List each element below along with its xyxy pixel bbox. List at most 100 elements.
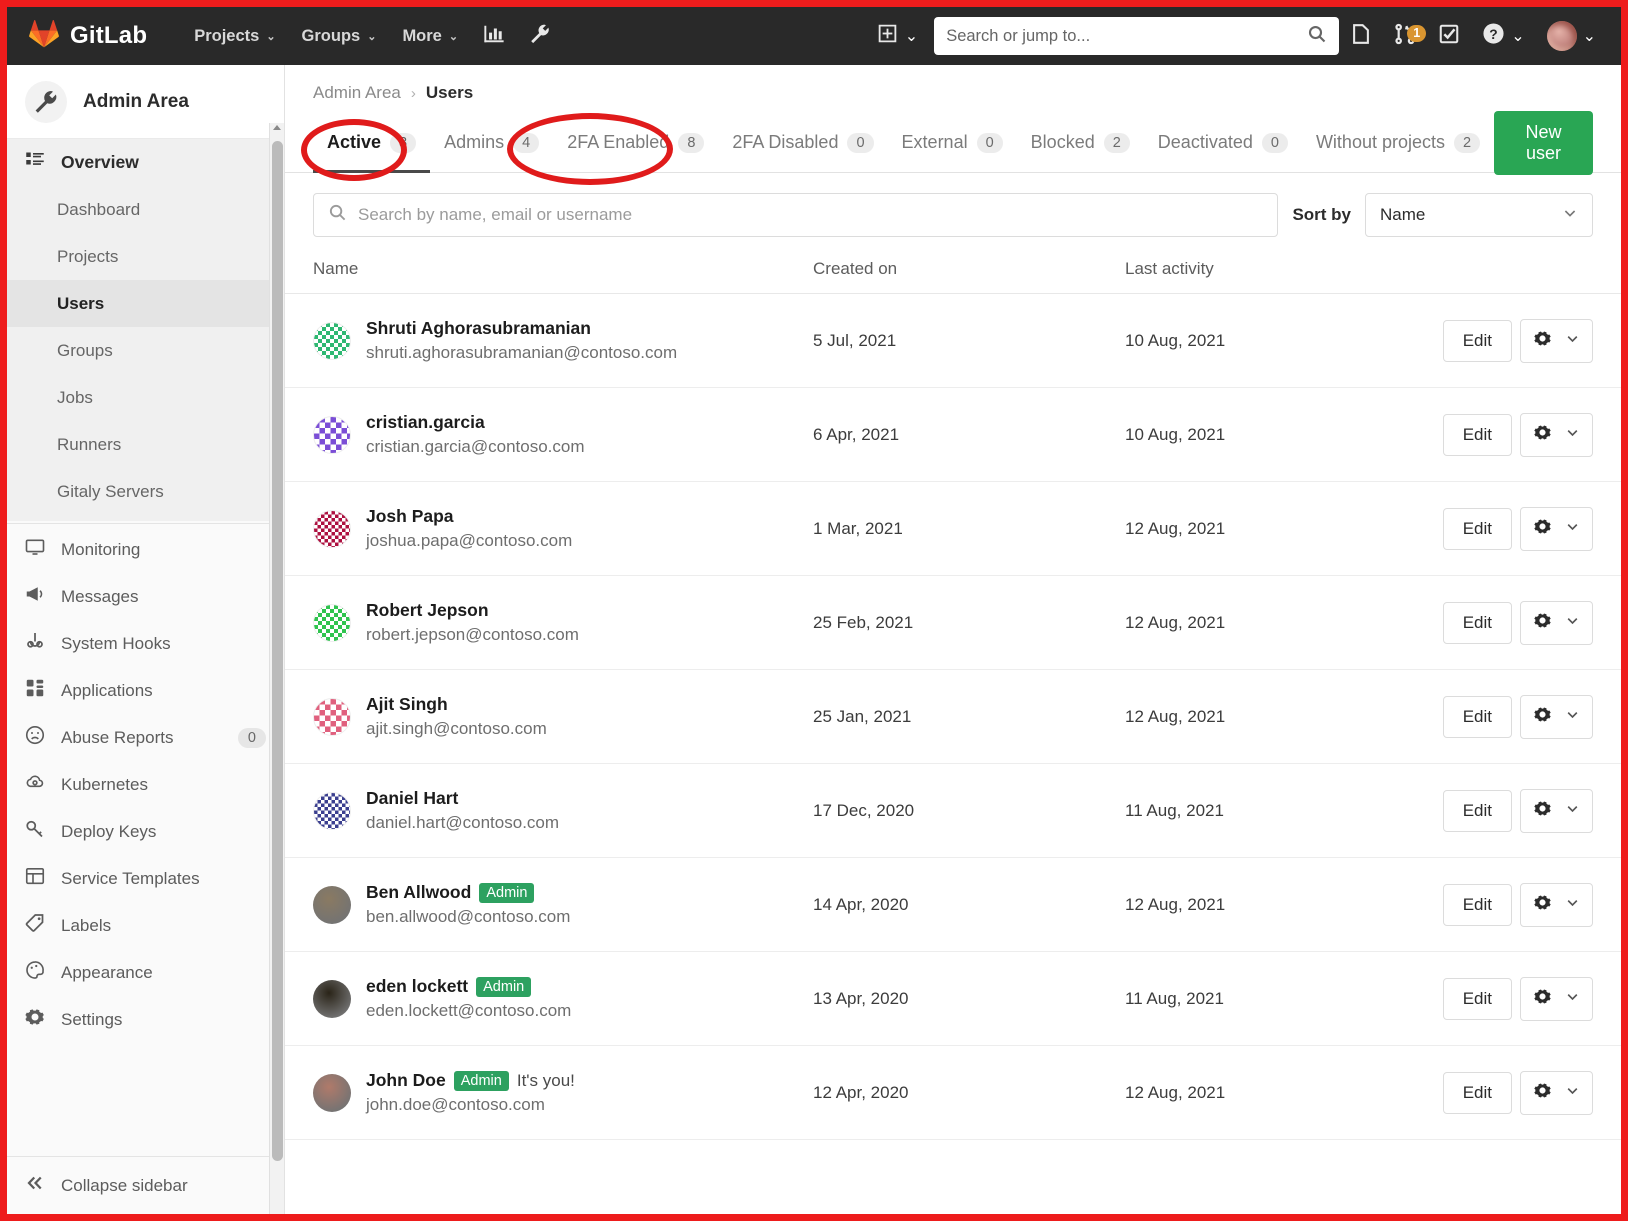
tab-2fa-disabled-count: 0 [847, 132, 874, 153]
gear-icon [1533, 987, 1552, 1011]
created-on-cell: 1 Mar, 2021 [813, 518, 903, 538]
issues-button[interactable] [1339, 15, 1383, 58]
tab-blocked-label: Blocked [1030, 132, 1095, 152]
sidebar-item-service-templates[interactable]: Service Templates [7, 855, 284, 902]
label-tag-icon [25, 913, 45, 938]
sidebar-item-labels[interactable]: Labels [7, 902, 284, 949]
user-name[interactable]: Josh Papa [366, 506, 454, 527]
merge-requests-count-badge: 1 [1407, 24, 1427, 42]
avatar [313, 885, 351, 924]
analytics-button[interactable] [471, 15, 517, 58]
row-actions: Edit [1442, 318, 1593, 363]
user-name-cell: Robert Jepson robert.jepson@contoso.com [313, 600, 813, 645]
sidebar-item-monitoring[interactable]: Monitoring [7, 526, 284, 573]
tab-blocked[interactable]: Blocked 2 [1017, 113, 1144, 173]
edit-button[interactable]: Edit [1442, 413, 1512, 456]
nav-groups[interactable]: Groups ⌄ [289, 19, 390, 54]
sidebar-scrollbar-thumb[interactable] [272, 141, 283, 1161]
sidebar-item-projects[interactable]: Projects [7, 233, 284, 280]
tab-2fa-disabled[interactable]: 2FA Disabled 0 [718, 113, 887, 173]
user-email: cristian.garcia@contoso.com [366, 437, 585, 456]
tab-external[interactable]: External 0 [888, 113, 1017, 173]
admin-area-button[interactable] [517, 15, 563, 58]
row-settings-dropdown[interactable] [1520, 788, 1593, 833]
tab-active[interactable]: Active 8 [313, 113, 430, 173]
tab-2fa-enabled[interactable]: 2FA Enabled 8 [553, 113, 718, 173]
tab-admins[interactable]: Admins 4 [430, 113, 553, 173]
todos-button[interactable] [1427, 15, 1471, 58]
tab-2fa-disabled-label: 2FA Disabled [732, 132, 839, 152]
collapse-sidebar-button[interactable]: Collapse sidebar [7, 1156, 284, 1214]
row-settings-dropdown[interactable] [1520, 412, 1593, 457]
sidebar-header[interactable]: Admin Area [7, 65, 284, 139]
breadcrumb-separator-icon: › [410, 84, 416, 102]
row-settings-dropdown[interactable] [1520, 506, 1593, 551]
sidebar-item-messages[interactable]: Messages [7, 573, 284, 620]
edit-button[interactable]: Edit [1442, 789, 1512, 832]
breadcrumb-root[interactable]: Admin Area [313, 83, 401, 103]
edit-button[interactable]: Edit [1442, 695, 1512, 738]
edit-button[interactable]: Edit [1442, 883, 1512, 926]
sidebar-item-overview[interactable]: Overview [7, 139, 284, 186]
user-name[interactable]: John Doe [366, 1070, 446, 1091]
new-user-button[interactable]: New user [1494, 110, 1593, 175]
user-name[interactable]: Shruti Aghorasubramanian [366, 318, 591, 339]
global-search-input[interactable]: Search or jump to... [934, 17, 1340, 55]
created-on-cell: 13 Apr, 2020 [813, 988, 909, 1008]
edit-button[interactable]: Edit [1442, 977, 1512, 1020]
sidebar-item-jobs[interactable]: Jobs [7, 374, 284, 421]
tab-admins-count: 4 [513, 132, 540, 153]
sidebar-item-dashboard[interactable]: Dashboard [7, 186, 284, 233]
tab-without-projects[interactable]: Without projects 2 [1302, 113, 1494, 173]
user-name[interactable]: Daniel Hart [366, 788, 458, 809]
help-button[interactable]: ? ⌄ [1471, 14, 1535, 58]
edit-button[interactable]: Edit [1442, 319, 1512, 362]
create-new-button[interactable]: ⌄ [867, 17, 928, 55]
sidebar-item-runners[interactable]: Runners [7, 421, 284, 468]
user-name-cell: Josh Papa joshua.papa@contoso.com [313, 506, 813, 551]
user-text: Robert Jepson robert.jepson@contoso.com [366, 600, 579, 645]
created-on-cell: 17 Dec, 2020 [813, 800, 915, 820]
scroll-up-arrow-icon[interactable] [273, 125, 281, 130]
user-name[interactable]: Ben Allwood [366, 882, 471, 903]
sidebar-item-applications[interactable]: Applications [7, 667, 284, 714]
sidebar-item-system-hooks[interactable]: System Hooks [7, 620, 284, 667]
user-name[interactable]: eden lockett [366, 976, 468, 997]
row-settings-dropdown[interactable] [1520, 694, 1593, 739]
sidebar-item-abuse-reports[interactable]: Abuse Reports 0 [7, 714, 284, 761]
edit-button[interactable]: Edit [1442, 1071, 1512, 1114]
sort-by-select[interactable]: Name [1365, 193, 1593, 237]
sidebar-item-settings[interactable]: Settings [7, 996, 284, 1043]
sidebar-item-groups[interactable]: Groups [7, 327, 284, 374]
row-settings-dropdown[interactable] [1520, 1070, 1593, 1115]
sidebar-item-appearance[interactable]: Appearance [7, 949, 284, 996]
sidebar-item-users[interactable]: Users [7, 280, 284, 327]
user-name[interactable]: Ajit Singh [366, 694, 448, 715]
row-settings-dropdown[interactable] [1520, 318, 1593, 363]
gitlab-brand[interactable]: GitLab [29, 19, 147, 54]
row-settings-dropdown[interactable] [1520, 882, 1593, 927]
nav-more[interactable]: More ⌄ [389, 19, 471, 54]
row-settings-dropdown[interactable] [1520, 600, 1593, 645]
sidebar-item-kubernetes[interactable]: Kubernetes [7, 761, 284, 808]
search-input[interactable]: Search by name, email or username [313, 193, 1279, 237]
chart-bar-icon [483, 23, 505, 50]
tab-deactivated[interactable]: Deactivated 0 [1144, 113, 1302, 173]
user-name[interactable]: cristian.garcia [366, 412, 485, 433]
tab-2fa-enabled-count: 8 [678, 132, 705, 153]
sidebar-item-deploy-keys[interactable]: Deploy Keys [7, 808, 284, 855]
merge-requests-button[interactable]: 1 [1383, 15, 1427, 58]
sidebar-runners-label: Runners [57, 434, 122, 454]
chevron-down-icon [1565, 801, 1580, 821]
edit-button[interactable]: Edit [1442, 507, 1512, 550]
user-name[interactable]: Robert Jepson [366, 600, 489, 621]
table-row: Ben Allwood Admin ben.allwood@contoso.com 1… [285, 858, 1621, 952]
nav-projects[interactable]: Projects ⌄ [181, 19, 288, 54]
edit-button[interactable]: Edit [1442, 601, 1512, 644]
sidebar-scrollbar[interactable] [269, 123, 284, 1214]
user-menu-button[interactable]: ⌄ [1536, 13, 1607, 59]
row-settings-dropdown[interactable] [1520, 976, 1593, 1021]
sidebar-item-gitaly-servers[interactable]: Gitaly Servers [7, 468, 284, 515]
user-name-line: Josh Papa [366, 506, 572, 527]
user-name-line: Shruti Aghorasubramanian [366, 318, 677, 339]
